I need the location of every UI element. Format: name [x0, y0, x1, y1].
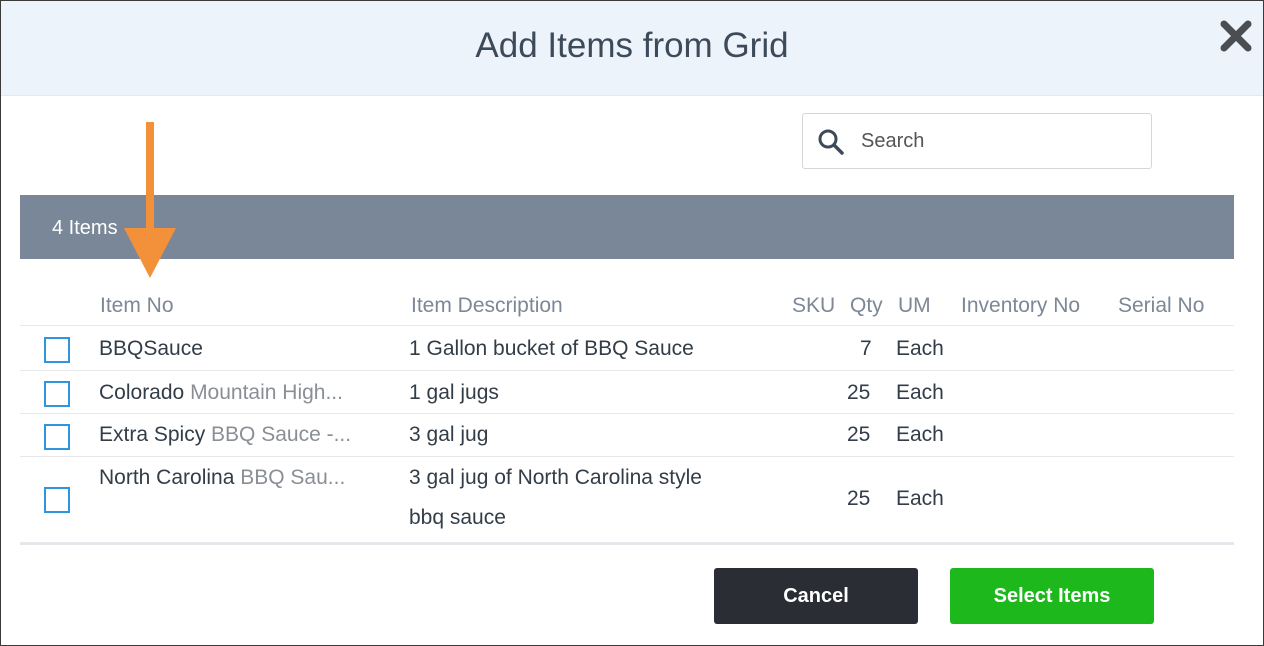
search-icon: [818, 129, 844, 155]
row-checkbox[interactable]: [44, 381, 70, 407]
um-cell: Each: [896, 423, 944, 446]
close-x-icon[interactable]: [1216, 16, 1256, 56]
dialog-header: Add Items from Grid: [1, 1, 1263, 96]
um-cell: Each: [896, 381, 944, 404]
item-description-cell: 3 gal jug: [409, 423, 489, 446]
column-header-um[interactable]: UM: [898, 294, 931, 318]
item-no-overflow-text: Mountain High...: [190, 381, 343, 404]
column-header-item-no[interactable]: Item No: [100, 294, 174, 318]
item-no-overflow-text: BBQ Sau...: [240, 466, 346, 489]
item-no-text: BBQSauce: [99, 337, 203, 360]
search-input[interactable]: [861, 126, 1131, 156]
item-no-cell: BBQSauce: [99, 337, 203, 361]
row-divider: [20, 325, 1234, 326]
row-divider: [20, 370, 1234, 371]
item-count-label: 4 Items: [52, 217, 118, 239]
annotation-arrow-icon: [124, 122, 176, 278]
item-no-cell: Colorado Mountain High...: [99, 381, 343, 405]
item-count-bar: [20, 195, 1234, 259]
um-cell: Each: [896, 487, 944, 510]
search-box[interactable]: [802, 113, 1152, 169]
um-cell: Each: [896, 337, 944, 360]
qty-cell: 25: [847, 381, 871, 404]
dialog-title: Add Items from Grid: [475, 26, 789, 65]
qty-cell: 25: [847, 487, 871, 510]
column-header-item-description[interactable]: Item Description: [411, 294, 563, 318]
item-no-text: North Carolina: [99, 466, 241, 489]
item-description-cell: 1 gal jugs: [409, 381, 499, 404]
item-no-cell: North Carolina BBQ Sau...: [99, 466, 345, 490]
column-header-inventory-no[interactable]: Inventory No: [961, 294, 1080, 318]
qty-cell: 25: [847, 423, 871, 446]
column-header-sku[interactable]: SKU: [792, 294, 835, 318]
item-no-text: Extra Spicy: [99, 423, 212, 446]
row-checkbox[interactable]: [44, 424, 70, 450]
qty-cell: 7: [860, 337, 872, 360]
select-items-button[interactable]: Select Items: [950, 568, 1154, 624]
item-no-overflow-text: BBQ Sauce -...: [211, 423, 352, 446]
row-checkbox[interactable]: [44, 337, 70, 363]
cancel-button[interactable]: Cancel: [714, 568, 918, 624]
column-header-serial-no[interactable]: Serial No: [1118, 294, 1204, 318]
item-description-cell: 1 Gallon bucket of BBQ Sauce: [409, 337, 694, 360]
item-no-cell: Extra Spicy BBQ Sauce -...: [99, 423, 351, 447]
item-no-text: Colorado: [99, 381, 191, 404]
row-divider: [20, 456, 1234, 457]
item-description-cell: 3 gal jug of North Carolina style: [409, 466, 702, 489]
item-description-cell-line2: bbq sauce: [409, 506, 506, 529]
column-header-qty[interactable]: Qty: [850, 294, 883, 318]
row-checkbox[interactable]: [44, 487, 70, 513]
row-divider: [20, 413, 1234, 414]
